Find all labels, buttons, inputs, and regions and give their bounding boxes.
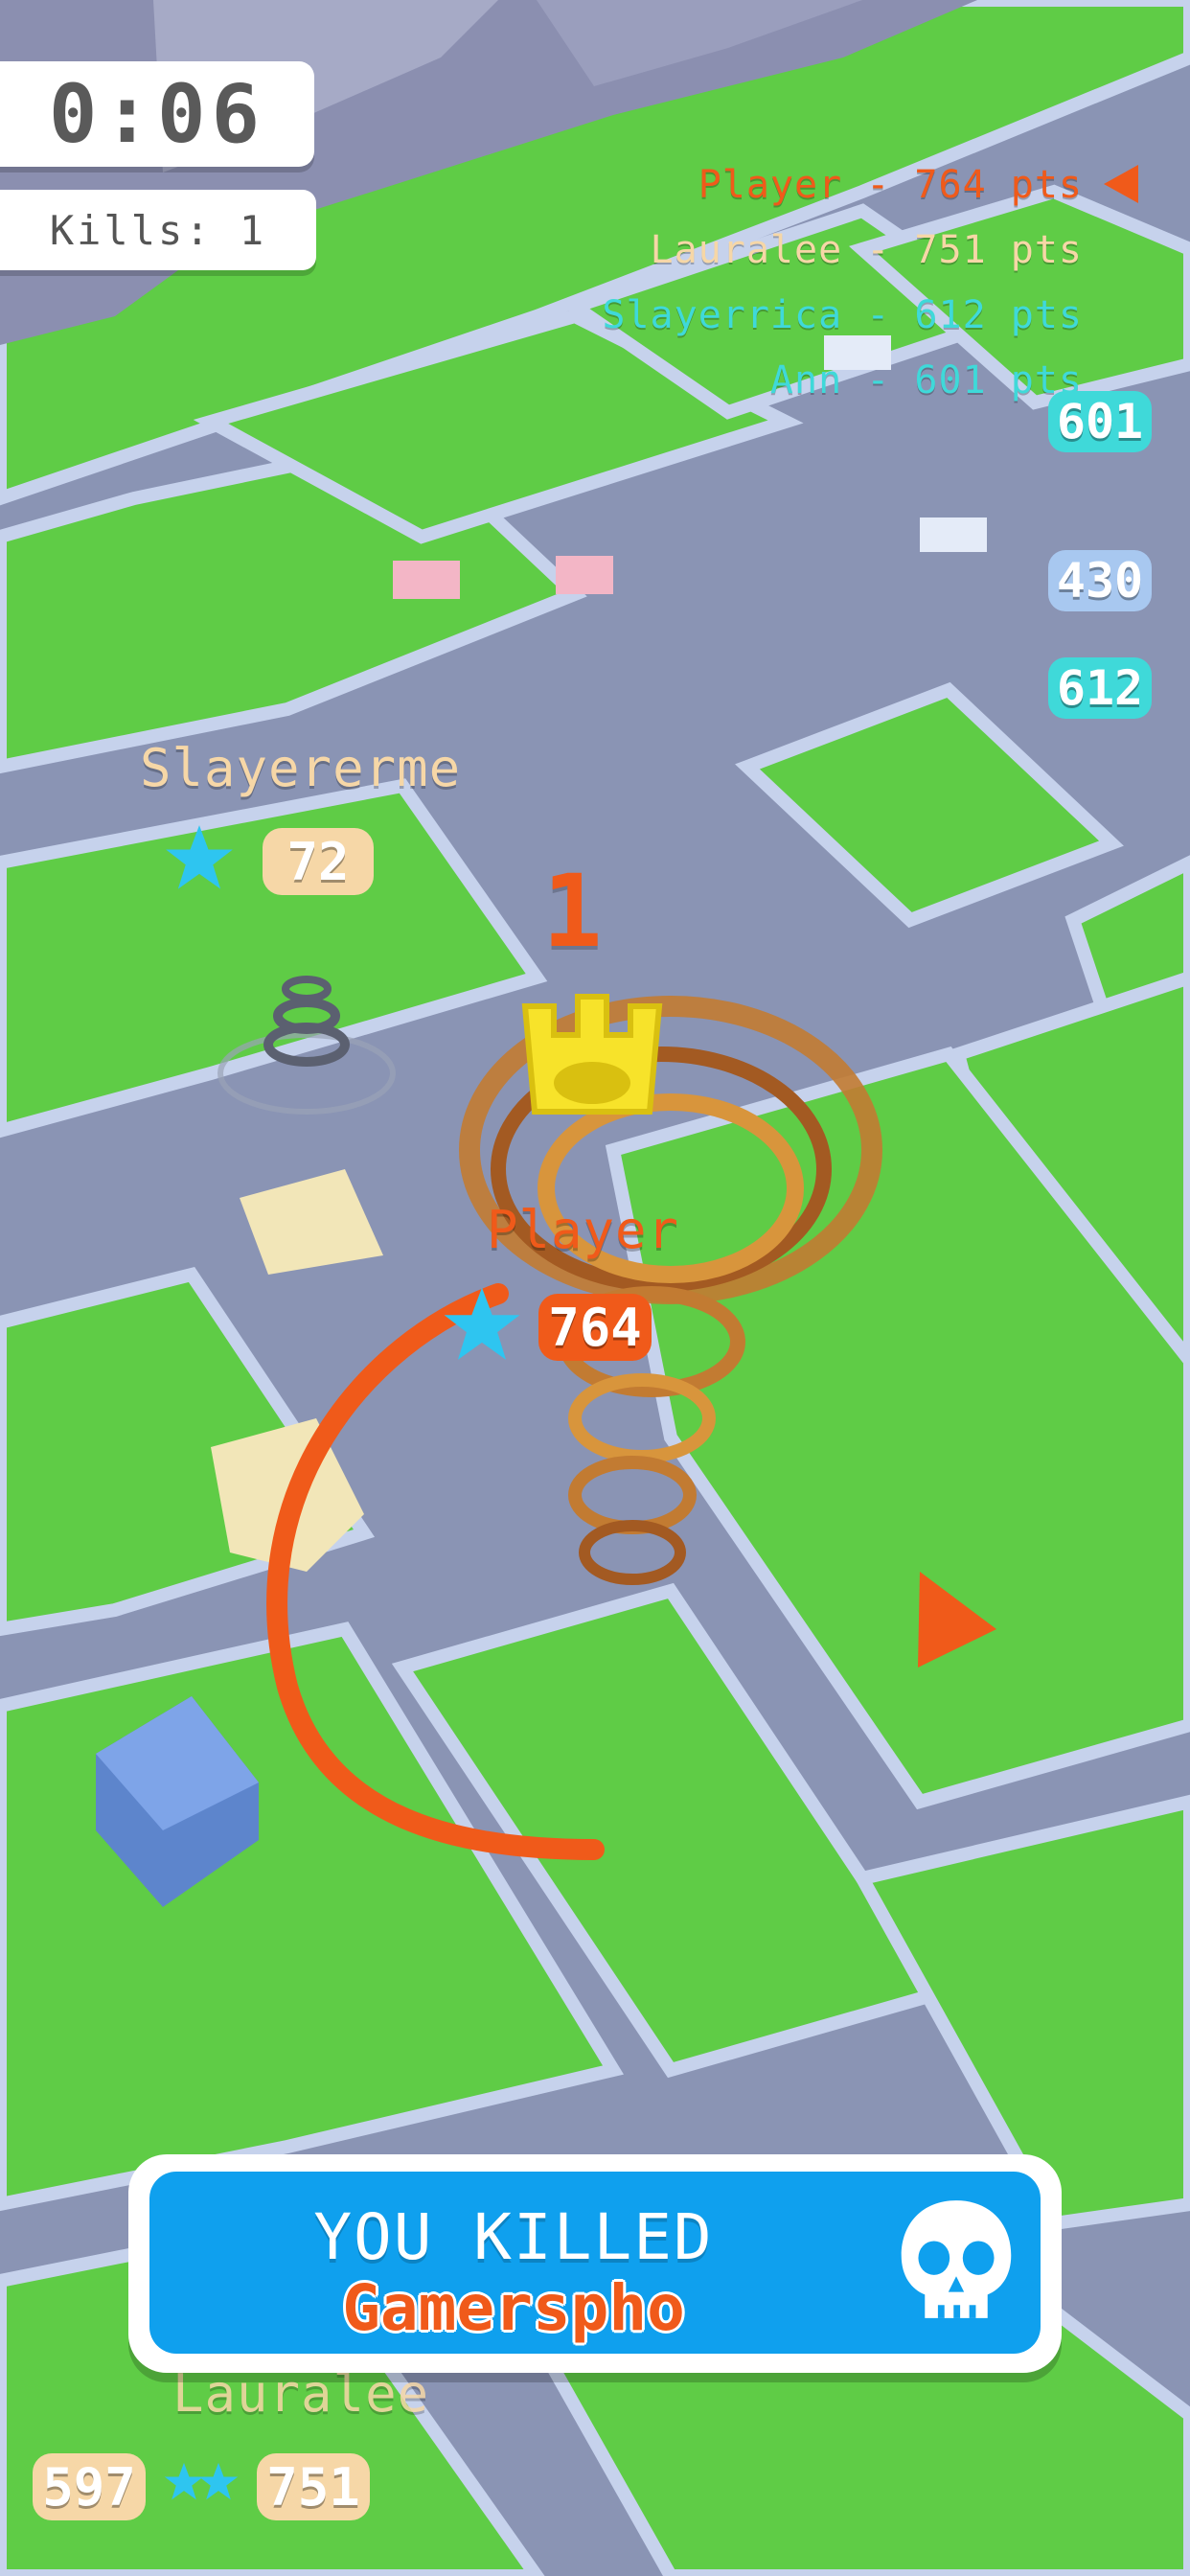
leaderboard-entry: Ann - 601 pts bbox=[769, 358, 1083, 402]
kill-banner-title: YOU KILLED bbox=[313, 2200, 714, 2274]
star-icon bbox=[198, 2462, 239, 2500]
enemy-name-label: Slayererme bbox=[140, 738, 462, 798]
player-score: 764 bbox=[538, 1294, 652, 1361]
enemy-left-score: 597 bbox=[33, 2453, 146, 2520]
skull-icon bbox=[901, 2200, 1012, 2318]
kill-banner: YOU KILLED Gamerspho bbox=[128, 2154, 1062, 2373]
enemy-score: 72 bbox=[263, 828, 374, 895]
killed-player-name: Gamerspho bbox=[342, 2271, 685, 2345]
leaderboard-entry: Player - 764 pts bbox=[698, 163, 1083, 207]
star-icon bbox=[166, 825, 233, 889]
offscreen-opponent-tag: 430 bbox=[1048, 550, 1152, 611]
offscreen-opponent-tag: 601 bbox=[1048, 391, 1152, 452]
match-timer: 0:06 bbox=[0, 61, 314, 167]
offscreen-opponent-tag: 612 bbox=[1048, 657, 1152, 719]
enemy-score: 751 bbox=[257, 2453, 370, 2520]
current-player-arrow-icon bbox=[1104, 165, 1138, 203]
leaderboard-entry: Lauralee - 751 pts bbox=[650, 228, 1083, 272]
leaderboard-entry: Slayerrica - 612 pts bbox=[602, 293, 1083, 337]
kills-counter: Kills: 1 bbox=[0, 190, 316, 270]
star-icon bbox=[444, 1287, 520, 1360]
player-rank: 1 bbox=[542, 853, 603, 970]
player-name-label: Player bbox=[487, 1200, 680, 1260]
kill-banner-panel: YOU KILLED Gamerspho bbox=[149, 2172, 1041, 2354]
